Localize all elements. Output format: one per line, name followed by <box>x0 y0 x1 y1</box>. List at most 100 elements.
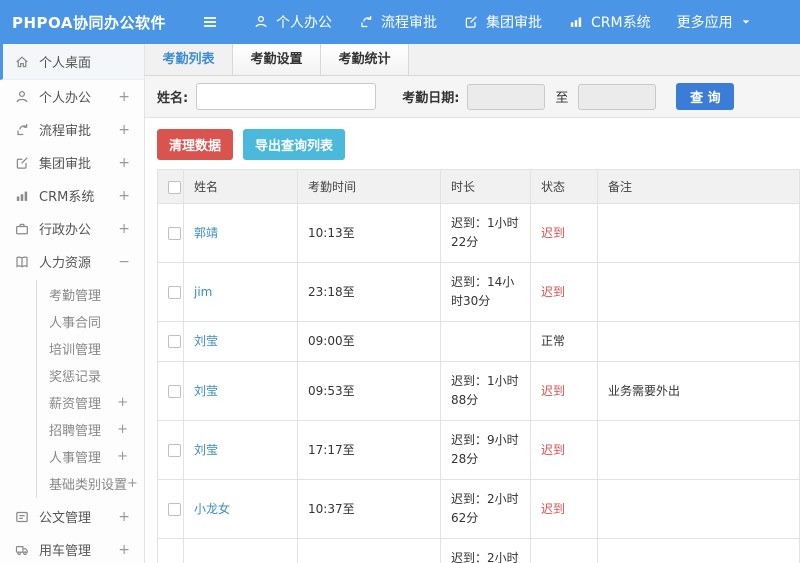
table-row: jim 23:18至 迟到：14小时30分 迟到 <box>157 262 800 322</box>
note-cell: 1111 <box>597 538 800 563</box>
duration-cell: 迟到：14小时30分 <box>440 262 531 322</box>
row-checkbox[interactable] <box>168 226 181 240</box>
table-row: 刘莹 09:00至 正常 <box>157 321 800 362</box>
edit-icon <box>463 14 479 30</box>
sidebar-item-human-resources[interactable]: 人力资源 − <box>0 245 144 278</box>
submenu-item-basic-category-settings[interactable]: 基础类别设置 + <box>37 470 144 497</box>
sidebar-item-label: 人力资源 <box>39 256 92 271</box>
date-from-input[interactable] <box>467 83 546 110</box>
attendance-time: 23:18至 <box>297 262 441 322</box>
sidebar-item-label: CRM系统 <box>39 190 95 205</box>
date-to-input[interactable] <box>578 83 657 110</box>
expand-indicator: + <box>118 121 130 138</box>
duration-cell: 迟到：2小时62分 <box>440 479 531 539</box>
submenu-item-personnel-management[interactable]: 人事管理 + <box>37 443 144 470</box>
attendance-time: 09:53至 <box>297 361 441 421</box>
tab-attendance-list[interactable]: 考勤列表 <box>145 44 233 75</box>
table-row: 刘莹 09:53至 迟到：1小时88分 迟到 业务需要外出 <box>157 361 800 421</box>
attendance-time: 10:13至 <box>297 203 441 263</box>
submenu-item-reward-punishment[interactable]: 奖惩记录 <box>37 362 144 389</box>
nav-label: 流程审批 <box>381 15 437 31</box>
action-buttons: 清理数据 导出查询列表 <box>157 129 800 160</box>
employee-name-link[interactable]: 郭靖 <box>194 226 218 240</box>
home-icon <box>14 54 30 70</box>
expand-indicator: + <box>118 154 130 171</box>
employee-name-link[interactable]: jim <box>194 285 212 299</box>
workflow-icon <box>14 122 30 138</box>
attendance-time: 10:37至 <box>297 479 441 539</box>
sidebar-item-label: 流程审批 <box>39 124 92 139</box>
employee-name-link[interactable]: 小龙女 <box>194 502 230 516</box>
app-title: PHPOA协同办公软件 <box>12 13 166 32</box>
submenu-item-salary-management[interactable]: 薪资管理 + <box>37 389 144 416</box>
status-badge: 迟到 <box>541 442 566 457</box>
sidebar-item-vehicle-management[interactable]: 用车管理 + <box>0 533 144 563</box>
name-input[interactable] <box>196 83 377 110</box>
table-row: 小龙女 10:37至 迟到：2小时62分 迟到 <box>157 479 800 539</box>
clean-data-button[interactable]: 清理数据 <box>157 129 234 160</box>
submenu-item-recruitment-management[interactable]: 招聘管理 + <box>37 416 144 443</box>
nav-crm-system[interactable]: CRM系统 <box>568 12 651 32</box>
col-note: 备注 <box>597 169 800 204</box>
tab-bar: 考勤列表 考勤设置 考勤统计 <box>145 44 800 76</box>
nav-workflow-approval[interactable]: 流程审批 <box>358 12 437 32</box>
hr-submenu: 考勤管理 人事合同 培训管理 奖惩记录 薪资管理 + 招聘管理 + 人事管理 +… <box>36 280 144 498</box>
attendance-date-label: 考勤日期: <box>402 91 460 106</box>
duration-cell: 迟到：1小时22分 <box>440 203 531 263</box>
main-content: 考勤列表 考勤设置 考勤统计 姓名: 考勤日期: 至 查 询 清理数据 导出查询… <box>145 44 800 563</box>
search-form: 姓名: 考勤日期: 至 查 询 <box>145 76 800 118</box>
sidebar-item-label: 用车管理 <box>39 544 92 559</box>
employee-name-link[interactable]: 刘莹 <box>194 334 218 348</box>
sidebar-item-admin-office[interactable]: 行政办公 + <box>0 212 144 245</box>
row-checkbox[interactable] <box>168 384 181 398</box>
table-row: 管理员 10:54至10:54 迟到：2小时90分早退：7小时10分 迟到/早退… <box>157 538 800 563</box>
sidebar-item-personal-desktop[interactable]: 个人桌面 <box>0 44 144 80</box>
hamburger-menu-button[interactable] <box>201 13 219 31</box>
search-button[interactable]: 查 询 <box>676 83 735 110</box>
submenu-item-training-management[interactable]: 培训管理 <box>37 335 144 362</box>
duration-cell: 迟到：1小时88分 <box>440 361 531 421</box>
tab-attendance-settings[interactable]: 考勤设置 <box>233 44 321 75</box>
submenu-item-attendance-management[interactable]: 考勤管理 <box>37 281 144 308</box>
attendance-time: 17:17至 <box>297 420 441 480</box>
sidebar-item-workflow-approval[interactable]: 流程审批 + <box>0 113 144 146</box>
nav-label: 个人办公 <box>276 15 332 31</box>
note-cell <box>597 321 800 362</box>
expand-indicator: + <box>117 449 128 464</box>
row-checkbox[interactable] <box>168 443 181 457</box>
expand-indicator: + <box>117 422 128 437</box>
app-header: PHPOA协同办公软件 个人办公 流程审批 集团审批 CRM系统 更多应用 <box>0 0 800 44</box>
expand-indicator: + <box>117 395 128 410</box>
row-checkbox[interactable] <box>168 502 181 516</box>
select-all-header <box>157 169 184 204</box>
employee-name-link[interactable]: 刘莹 <box>194 443 218 457</box>
document-icon <box>14 509 30 525</box>
briefcase-icon <box>14 221 30 237</box>
collapse-indicator: − <box>118 253 130 270</box>
nav-personal-office[interactable]: 个人办公 <box>253 12 332 32</box>
sidebar-item-crm-system[interactable]: CRM系统 + <box>0 179 144 212</box>
nav-more-apps[interactable]: 更多应用 <box>677 12 752 32</box>
sidebar-item-document-management[interactable]: 公文管理 + <box>0 500 144 533</box>
tab-attendance-statistics[interactable]: 考勤统计 <box>321 44 409 75</box>
row-checkbox[interactable] <box>168 285 181 299</box>
caret-down-icon <box>740 16 752 28</box>
nav-group-approval[interactable]: 集团审批 <box>463 12 542 32</box>
top-navigation: 个人办公 流程审批 集团审批 CRM系统 更多应用 <box>253 12 752 32</box>
sidebar-item-label: 公文管理 <box>39 511 92 526</box>
export-list-button[interactable]: 导出查询列表 <box>243 129 346 160</box>
bar-chart-icon <box>568 14 584 30</box>
bar-chart-icon <box>14 188 30 204</box>
status-badge: 迟到 <box>541 284 566 299</box>
row-checkbox[interactable] <box>168 335 181 348</box>
nav-label: CRM系统 <box>591 15 651 31</box>
sidebar-item-personal-office[interactable]: 个人办公 + <box>0 80 144 113</box>
sidebar-item-group-approval[interactable]: 集团审批 + <box>0 146 144 179</box>
employee-name-link[interactable]: 刘莹 <box>194 384 218 398</box>
expand-indicator: + <box>118 187 130 204</box>
submenu-item-hr-contract[interactable]: 人事合同 <box>37 308 144 335</box>
duration-cell: 迟到：9小时28分 <box>440 420 531 480</box>
select-all-checkbox[interactable] <box>168 180 181 194</box>
note-cell <box>597 479 800 539</box>
sidebar-item-label: 行政办公 <box>39 223 92 238</box>
